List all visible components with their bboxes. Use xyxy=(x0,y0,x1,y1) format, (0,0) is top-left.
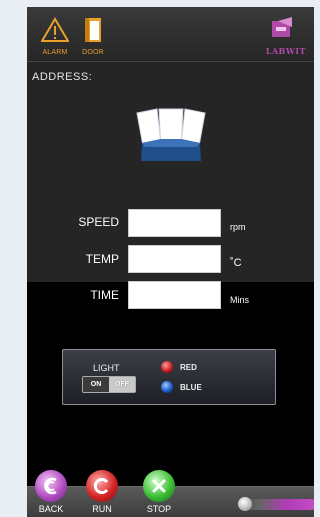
alarm-button[interactable]: ALARM xyxy=(35,13,75,59)
speed-label: SPEED xyxy=(78,215,119,229)
door-button[interactable]: DOOR xyxy=(73,13,113,59)
speed-input[interactable] xyxy=(128,209,221,237)
back-label: BACK xyxy=(38,504,64,514)
brightness-slider[interactable] xyxy=(238,497,314,511)
alarm-label: ALARM xyxy=(42,49,68,56)
time-label: TIME xyxy=(90,288,119,302)
temp-label: TEMP xyxy=(85,252,119,266)
top-bar: ALARM DOOR LABWIT xyxy=(27,7,314,62)
brand-logo: LABWIT xyxy=(246,17,306,57)
blue-light-icon[interactable] xyxy=(161,381,173,393)
light-on-button[interactable]: ON xyxy=(83,377,109,392)
brand-name: LABWIT xyxy=(265,46,306,56)
run-label: RUN xyxy=(92,504,112,514)
door-icon xyxy=(85,18,101,42)
stop-label: STOP xyxy=(146,504,172,514)
light-panel: LIGHT ON OFF RED BLUE xyxy=(62,349,276,405)
logo-icon xyxy=(272,17,292,37)
light-label: LIGHT xyxy=(93,363,120,373)
temp-unit: ˚C xyxy=(230,257,242,269)
run-icon xyxy=(93,478,109,494)
slider-knob[interactable] xyxy=(238,497,252,511)
light-off-button[interactable]: OFF xyxy=(109,377,135,392)
red-light-label: RED xyxy=(180,363,197,372)
red-light-icon[interactable] xyxy=(161,361,173,373)
close-icon xyxy=(152,479,166,493)
warning-icon xyxy=(41,17,69,42)
stop-button[interactable] xyxy=(143,470,175,502)
door-label: DOOR xyxy=(82,49,104,56)
time-unit: Mins xyxy=(230,295,250,305)
blue-light-label: BLUE xyxy=(180,383,202,392)
app-frame: ALARM DOOR LABWIT ADDRESS: SPEED rpm TEM… xyxy=(27,7,314,517)
speed-unit: rpm xyxy=(230,222,246,232)
light-toggle[interactable]: ON OFF xyxy=(82,376,136,393)
address-label: ADDRESS: xyxy=(32,71,93,83)
slider-track[interactable] xyxy=(246,499,314,510)
temp-input[interactable] xyxy=(128,245,221,273)
back-button[interactable] xyxy=(35,470,67,502)
time-input[interactable] xyxy=(128,281,221,309)
run-button[interactable] xyxy=(86,470,118,502)
back-icon xyxy=(44,477,57,495)
rotor-icon xyxy=(136,108,206,161)
